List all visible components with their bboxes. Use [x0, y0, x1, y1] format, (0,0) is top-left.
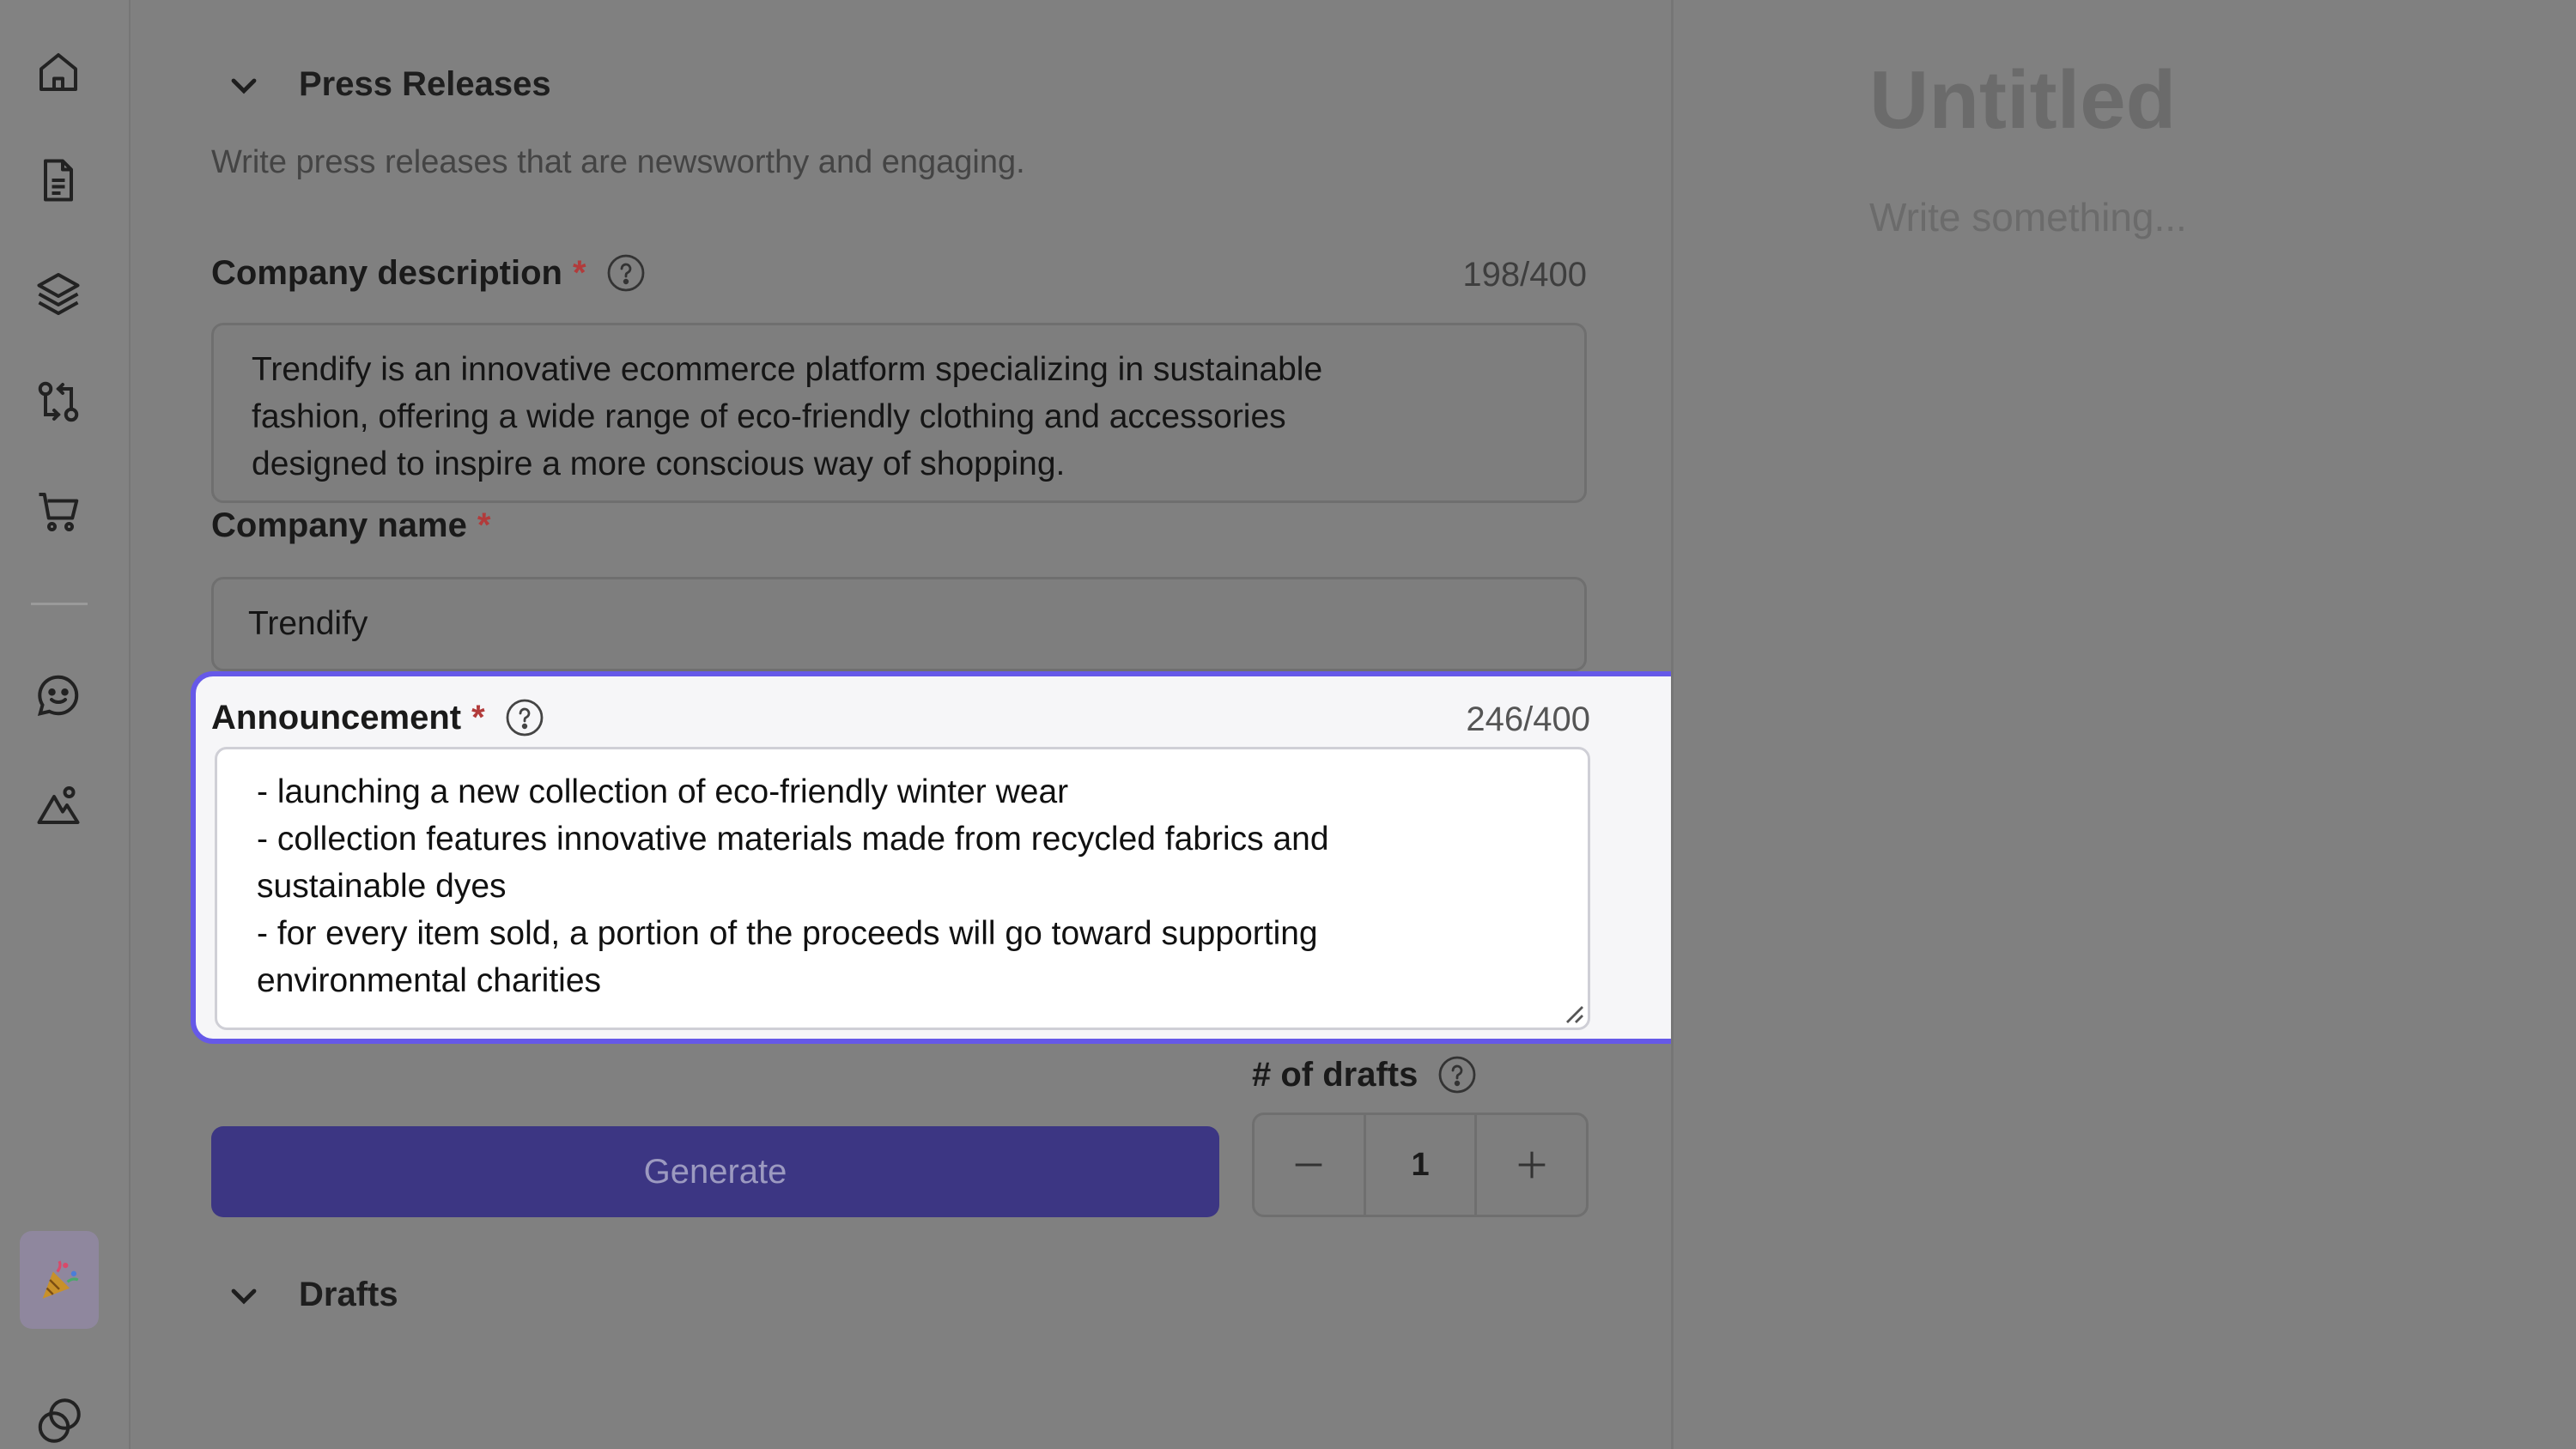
- drafts-count-value[interactable]: 1: [1363, 1115, 1478, 1215]
- company-name-label: Company name *: [211, 506, 491, 544]
- chevron-down-icon: [231, 78, 257, 94]
- layers-icon[interactable]: [31, 264, 86, 319]
- chevron-down-icon: [231, 1288, 257, 1305]
- company-name-value: Trendify: [248, 605, 368, 642]
- announcement-text: - launching a new collection of eco-frie…: [257, 773, 1329, 999]
- sidebar-divider: [31, 603, 88, 605]
- drafts-toggle[interactable]: Drafts: [223, 1274, 398, 1315]
- git-compare-icon[interactable]: [31, 374, 86, 429]
- main-form-panel: Press Releases Write press releases that…: [131, 0, 1741, 1449]
- home-icon[interactable]: [31, 45, 86, 100]
- announcement-counter: 246/400: [1466, 700, 1590, 738]
- company-description-field[interactable]: Trendify is an innovative ecommerce plat…: [211, 323, 1587, 503]
- increment-button[interactable]: [1477, 1115, 1586, 1215]
- resize-handle-icon[interactable]: [1560, 1000, 1584, 1024]
- drafts-count-label: # of drafts: [1252, 1054, 1478, 1095]
- section-subtitle: Write press releases that are newsworthy…: [211, 144, 1025, 180]
- plus-icon: [1518, 1151, 1546, 1179]
- required-mark: *: [572, 253, 586, 292]
- document-icon[interactable]: [31, 153, 86, 208]
- minus-icon: [1295, 1163, 1322, 1167]
- generate-button[interactable]: Generate: [211, 1126, 1219, 1217]
- help-icon[interactable]: [1437, 1054, 1478, 1095]
- section-title: Press Releases: [299, 64, 551, 103]
- chat-smile-icon[interactable]: [31, 668, 86, 723]
- required-mark: *: [477, 506, 491, 544]
- company-description-counter: 198/400: [1462, 256, 1587, 294]
- drafts-stepper: 1: [1252, 1113, 1589, 1217]
- circles-icon[interactable]: [31, 1392, 86, 1449]
- help-icon[interactable]: [605, 252, 647, 294]
- company-description-text: Trendify is an innovative ecommerce plat…: [252, 351, 1323, 482]
- press-releases-toggle[interactable]: Press Releases: [223, 64, 551, 105]
- landscape-icon[interactable]: [31, 778, 86, 833]
- company-description-label: Company description *: [211, 252, 647, 294]
- announcement-card: Announcement * 246/400 - launching a new…: [191, 671, 1741, 1044]
- editor-title[interactable]: Untitled: [1869, 53, 2176, 148]
- announcement-textarea[interactable]: - launching a new collection of eco-frie…: [215, 747, 1590, 1030]
- company-name-field[interactable]: Trendify: [211, 577, 1587, 671]
- cart-icon[interactable]: [31, 484, 86, 539]
- announcement-label: Announcement *: [211, 697, 545, 738]
- help-icon[interactable]: [504, 697, 545, 738]
- party-popper-icon[interactable]: [20, 1231, 99, 1329]
- sidebar: [0, 0, 131, 1449]
- editor-body[interactable]: Write something...: [1869, 194, 2187, 240]
- required-mark: *: [471, 698, 485, 737]
- decrement-button[interactable]: [1255, 1115, 1364, 1215]
- drafts-section-title: Drafts: [299, 1275, 398, 1313]
- editor-panel: Untitled Write something...: [1671, 0, 2576, 1449]
